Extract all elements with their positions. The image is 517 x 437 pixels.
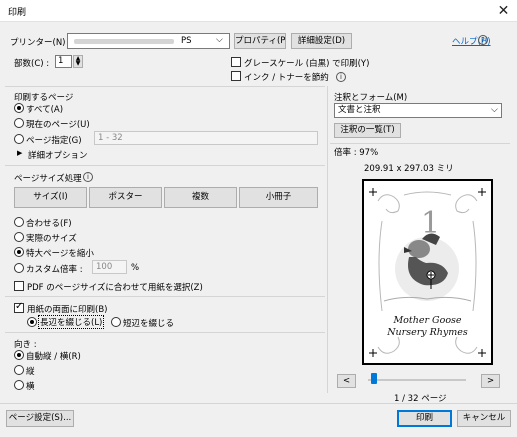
copies-label: 部数(C) : [14,59,50,69]
preview-caption-line1: Mother Goose [393,315,462,326]
goose-head [408,240,430,258]
duplex-checkbox[interactable] [14,301,24,313]
comments-summary-button[interactable]: 注釈の一覧(T) [334,123,401,138]
sizing-size-button[interactable]: サイズ(I) [14,187,87,208]
sizing-section-title: ページサイズ処理 [14,174,82,184]
pages-section-title: 印刷するページ [14,93,74,103]
copies-stepper[interactable]: ▲ ▼ [73,55,83,68]
sizing-booklet-button[interactable]: 小冊子 [239,187,318,208]
page-slider-thumb[interactable] [370,373,377,384]
pages-range-radio[interactable] [14,134,24,144]
more-options-link[interactable]: 詳細オプション [28,149,88,161]
expand-triangle-icon[interactable]: ▶ [17,149,22,157]
orientation-landscape-label: 横 [26,382,35,392]
sizing-actual-radio[interactable] [14,232,24,242]
sizing-poster-button[interactable]: ポスター [89,187,162,208]
cancel-button[interactable]: キャンセル [457,410,511,427]
ink-save-label: インク / トナーを節約 [244,73,329,83]
pages-range-input[interactable]: 1 - 32 [94,131,318,145]
page-setup-button[interactable]: ページ設定(S)... [6,410,74,427]
info-icon[interactable]: i [83,172,93,182]
duplex-long-radio[interactable] [27,317,37,327]
sizing-fit-radio[interactable] [14,217,24,227]
orientation-title: 向き : [14,340,37,350]
custom-scale-input[interactable]: 100 [92,260,127,274]
preview-scale: 倍率 : 97% [334,148,379,158]
sizing-multiple-button[interactable]: 複数 [164,187,237,208]
sizing-custom-radio[interactable] [14,263,24,273]
divider [5,332,325,333]
pages-current-label: 現在のページ(U) [26,120,90,130]
ink-save-checkbox[interactable] [231,71,241,81]
advanced-button[interactable]: 詳細設定(D) [291,33,352,49]
next-page-button[interactable]: > [481,374,500,388]
sizing-actual-label: 実際のサイズ [26,234,77,244]
comments-title: 注釈とフォーム(M) [334,93,408,103]
printer-label: プリンター(N) : [10,38,72,48]
page-preview: 1 Mother Goose Nursery Rhymes [362,179,493,365]
properties-button[interactable]: プロパティ(P) [234,33,286,49]
custom-scale-unit: % [131,263,140,273]
divider [5,86,325,87]
divider [330,143,510,144]
printer-name-suffix: PS [181,36,192,46]
pdf-paper-checkbox[interactable] [14,281,24,291]
help-icon[interactable]: ? [478,35,488,45]
title-bar [0,0,517,22]
chevron-down-icon: ⌵ [491,105,498,115]
pdf-paper-label: PDF のページサイズに合わせて用紙を選択(Z) [27,283,203,293]
comments-value: 文書と注釈 [338,105,381,115]
orientation-auto-radio[interactable] [14,350,24,360]
divider [5,165,325,166]
printer-name-redacted [74,39,174,44]
comments-select[interactable]: 文書と注釈 ⌵ [334,103,502,118]
print-button[interactable]: 印刷 [397,410,452,427]
orientation-auto-label: 自動縦 / 横(R) [26,352,81,362]
preview-caption-line2: Nursery Rhymes [387,327,468,338]
divider [0,403,517,404]
pages-range-label: ページ指定(G) [26,136,82,146]
sizing-fit-label: 合わせる(F) [26,219,72,229]
duplex-short-label: 短辺を綴じる [123,319,175,329]
orientation-portrait-label: 縦 [26,367,35,377]
preview-size: 209.91 x 297.03 ミリ [364,164,454,174]
prev-page-button[interactable]: < [337,374,356,388]
duplex-long-label: 長辺を綴じる(L) [38,315,105,329]
sizing-shrink-label: 特大ページを縮小 [26,249,94,259]
info-icon[interactable]: i [336,72,346,82]
duplex-short-radio[interactable] [111,317,121,327]
pages-current-radio[interactable] [14,118,24,128]
grayscale-label: グレースケール (白黒) で印刷(Y) [244,59,370,69]
chevron-down-icon: ⌵ [216,35,223,45]
pages-all-radio[interactable] [14,103,24,113]
close-icon[interactable]: ✕ [490,0,517,22]
sizing-shrink-radio[interactable] [14,247,24,257]
sizing-custom-label: カスタム倍率 : [26,265,83,275]
grayscale-checkbox[interactable] [231,57,241,67]
divider [327,86,328,393]
divider [5,296,325,297]
window-title: 印刷 [8,8,27,18]
pages-all-label: すべて(A) [26,105,64,115]
orientation-landscape-radio[interactable] [14,380,24,390]
preview-page-number: 1 [421,206,441,241]
printer-select[interactable]: PS ⌵ [67,33,230,49]
page-slider-track[interactable] [368,379,466,381]
orientation-portrait-radio[interactable] [14,365,24,375]
duplex-label: 用紙の両面に印刷(B) [27,305,108,315]
copies-input[interactable]: 1 [55,55,72,68]
